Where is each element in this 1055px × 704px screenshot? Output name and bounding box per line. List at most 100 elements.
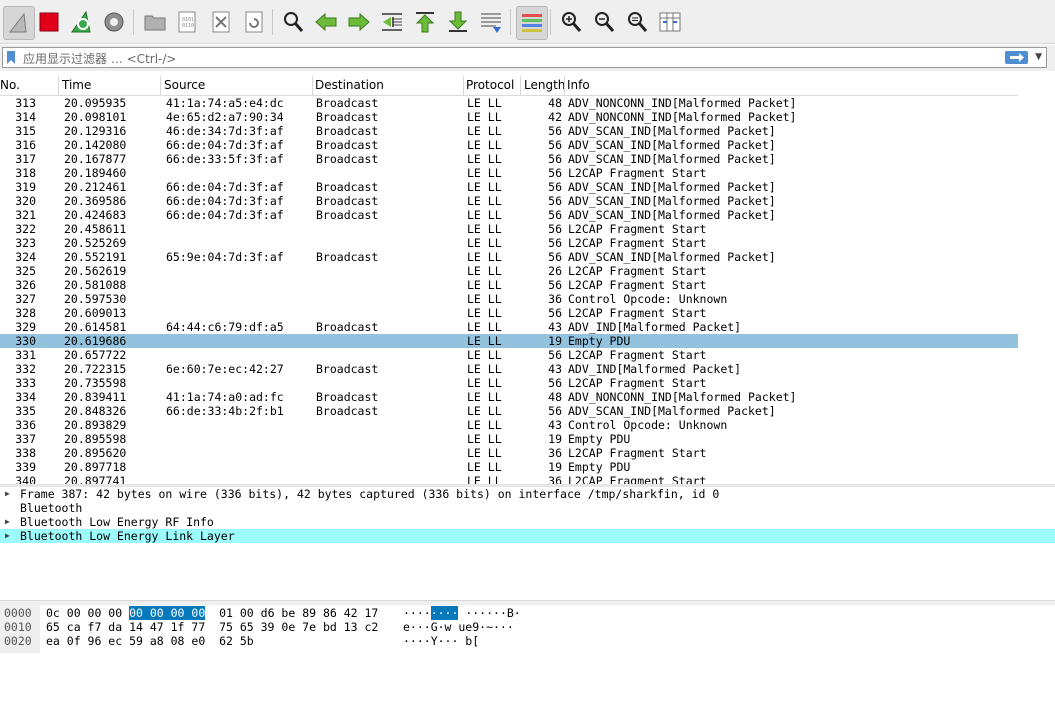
table-row[interactable]: 324 20.552191 65:9e:04:7d:3f:af Broadcast LE… (0, 250, 1018, 264)
table-row[interactable]: 327 20.597530 LE LL 36 Control Opcode: Unkno… (0, 292, 1018, 306)
table-row[interactable]: 325 20.562619 LE LL 26 L2CAP Fragment Start (0, 264, 1018, 278)
packet-length: 56 (548, 306, 562, 320)
table-row[interactable]: 335 20.848326 66:de:33:4b:2f:b1 Broadcast LE… (0, 404, 1018, 418)
bytes-hex[interactable]: ea 0f 96 ec 59 a8 08 e0 62 5b (46, 634, 254, 648)
go-back-icon[interactable] (311, 6, 341, 38)
table-row[interactable]: 316 20.142080 66:de:04:7d:3f:af Broadcast LE… (0, 138, 1018, 152)
packet-info: L2CAP Fragment Start (568, 446, 707, 460)
column-header-info[interactable]: Info (567, 78, 590, 92)
table-row[interactable]: 334 20.839411 41:1a:74:a0:ad:fc Broadcast LE… (0, 390, 1018, 404)
detail-row-bluetooth[interactable]: Bluetooth (0, 501, 1055, 515)
packet-protocol: LE LL (467, 460, 502, 474)
packet-list[interactable]: No. Time Source Destination Protocol Len… (0, 76, 1055, 484)
packet-no: 323 (15, 236, 36, 250)
detail-row-frame[interactable]: ▶ Frame 387: 42 bytes on wire (336 bits)… (0, 487, 1055, 501)
reload-file-icon[interactable] (239, 6, 269, 38)
packet-info: L2CAP Fragment Start (568, 306, 707, 320)
packet-info: L2CAP Fragment Start (568, 166, 707, 180)
zoom-reset-icon[interactable] (622, 6, 652, 38)
find-packet-icon[interactable] (278, 6, 308, 38)
table-row[interactable]: 337 20.895598 LE LL 19 Empty PDU (0, 432, 1018, 446)
bytes-hex[interactable]: 65 ca f7 da 14 47 1f 77 75 65 39 0e 7e b… (46, 620, 378, 634)
packet-source: 4e:65:d2:a7:90:34 (166, 110, 284, 124)
column-separator[interactable] (463, 76, 464, 95)
table-row[interactable]: 323 20.525269 LE LL 56 L2CAP Fragment Start (0, 236, 1018, 250)
stop-icon[interactable] (34, 6, 64, 38)
capture-options-icon[interactable] (99, 6, 129, 38)
resize-columns-icon[interactable] (655, 6, 685, 38)
packet-protocol: LE LL (467, 194, 502, 208)
ascii-highlight: ···· (430, 606, 459, 620)
column-separator[interactable] (58, 76, 59, 95)
column-separator[interactable] (564, 76, 565, 95)
column-separator[interactable] (160, 76, 161, 95)
table-row[interactable]: 318 20.189460 LE LL 56 L2CAP Fragment Start (0, 166, 1018, 180)
packet-time: 20.839411 (64, 390, 127, 404)
table-row[interactable]: 339 20.897718 LE LL 19 Empty PDU (0, 460, 1018, 474)
close-file-icon[interactable] (206, 6, 236, 38)
zoom-in-icon[interactable] (556, 6, 586, 38)
table-row[interactable]: 317 20.167877 66:de:33:5f:3f:af Broadcast LE… (0, 152, 1018, 166)
table-row[interactable]: 340 20.897741 LE LL 36 L2CAP Fragment Start (0, 474, 1018, 484)
detail-row-rf-info[interactable]: ▶ Bluetooth Low Energy RF Info (0, 515, 1055, 529)
packet-protocol: LE LL (467, 390, 502, 404)
go-first-icon[interactable] (410, 6, 440, 38)
apply-filter-arrow-icon[interactable] (1005, 51, 1028, 64)
colorize-icon[interactable] (516, 6, 548, 40)
column-header-no[interactable]: No. (0, 78, 20, 92)
expand-arrow-icon[interactable]: ▶ (5, 515, 10, 529)
table-row[interactable]: 320 20.369586 66:de:04:7d:3f:af Broadcast LE… (0, 194, 1018, 208)
table-row[interactable]: 313 20.095935 41:1a:74:a5:e4:dc Broadcast LE… (0, 96, 1018, 110)
go-last-icon[interactable] (443, 6, 473, 38)
packet-protocol: LE LL (467, 250, 502, 264)
bookmark-icon[interactable] (6, 51, 16, 64)
display-filter-input[interactable]: 应用显示过滤器 … <Ctrl-/> ▼ (2, 47, 1047, 68)
table-row[interactable]: 329 20.614581 64:44:c6:79:df:a5 Broadcast LE… (0, 320, 1018, 334)
go-forward-icon[interactable] (344, 6, 374, 38)
table-row[interactable]: 314 20.098101 4e:65:d2:a7:90:34 Broadcast LE… (0, 110, 1018, 124)
bytes-ascii[interactable]: e···G·w ue9·~··· (403, 620, 514, 634)
bytes-ascii[interactable]: ····Y··· b[ (403, 634, 479, 648)
table-row[interactable]: 322 20.458611 LE LL 56 L2CAP Fragment Start (0, 222, 1018, 236)
table-row[interactable]: 315 20.129316 46:de:34:7d:3f:af Broadcast LE… (0, 124, 1018, 138)
table-row[interactable]: 336 20.893829 LE LL 43 Control Opcode: Unkno… (0, 418, 1018, 432)
column-header-length[interactable]: Length (524, 78, 565, 92)
column-header-time[interactable]: Time (62, 78, 91, 92)
table-row[interactable]: 328 20.609013 LE LL 56 L2CAP Fragment Start (0, 306, 1018, 320)
column-header-protocol[interactable]: Protocol (466, 78, 514, 92)
detail-row-link-layer[interactable]: ▶ Bluetooth Low Energy Link Layer (0, 529, 1055, 543)
packet-time: 20.722315 (64, 362, 127, 376)
packet-details[interactable]: ▶ Frame 387: 42 bytes on wire (336 bits)… (0, 487, 1055, 599)
column-separator[interactable] (520, 76, 521, 95)
table-row[interactable]: 333 20.735598 LE LL 56 L2CAP Fragment Start (0, 376, 1018, 390)
table-row[interactable]: 338 20.895620 LE LL 36 L2CAP Fragment Start (0, 446, 1018, 460)
autoscroll-icon[interactable] (476, 6, 506, 38)
table-row[interactable]: 331 20.657722 LE LL 56 L2CAP Fragment Start (0, 348, 1018, 362)
packet-no: 315 (15, 124, 36, 138)
table-row[interactable]: 332 20.722315 6e:60:7e:ec:42:27 Broadcast LE… (0, 362, 1018, 376)
column-separator[interactable] (312, 76, 313, 95)
table-row[interactable]: 330 20.619686 LE LL 19 Empty PDU (0, 334, 1018, 348)
zoom-out-icon[interactable] (589, 6, 619, 38)
table-row[interactable]: 321 20.424683 66:de:04:7d:3f:af Broadcast LE… (0, 208, 1018, 222)
column-header-destination[interactable]: Destination (315, 78, 384, 92)
shark-fin-start-icon[interactable] (3, 6, 35, 40)
table-row[interactable]: 326 20.581088 LE LL 56 L2CAP Fragment Start (0, 278, 1018, 292)
expand-arrow-icon[interactable]: ▶ (5, 487, 10, 501)
packet-info: ADV_SCAN_IND[Malformed Packet] (568, 138, 776, 152)
expand-arrow-icon[interactable]: ▶ (5, 529, 10, 543)
packet-info: Empty PDU (568, 460, 631, 474)
restart-capture-icon[interactable] (67, 6, 97, 38)
packet-list-header: No. Time Source Destination Protocol Len… (0, 76, 1018, 96)
packet-info: ADV_SCAN_IND[Malformed Packet] (568, 208, 776, 222)
bytes-hex[interactable]: 0c 00 00 00 00 00 00 00 01 00 d6 be 89 8… (46, 606, 378, 620)
filter-history-dropdown-icon[interactable]: ▼ (1035, 52, 1042, 62)
bytes-ascii[interactable]: ········ ······B· (403, 606, 521, 620)
open-file-icon[interactable] (140, 6, 170, 38)
packet-bytes[interactable]: 0000 0c 00 00 00 00 00 00 00 01 00 d6 be… (0, 605, 1055, 653)
save-file-icon[interactable]: 0101 0110 (172, 6, 202, 38)
table-row[interactable]: 319 20.212461 66:de:04:7d:3f:af Broadcast LE… (0, 180, 1018, 194)
go-to-packet-icon[interactable] (377, 6, 407, 38)
column-header-source[interactable]: Source (164, 78, 205, 92)
packet-protocol: LE LL (467, 96, 502, 110)
